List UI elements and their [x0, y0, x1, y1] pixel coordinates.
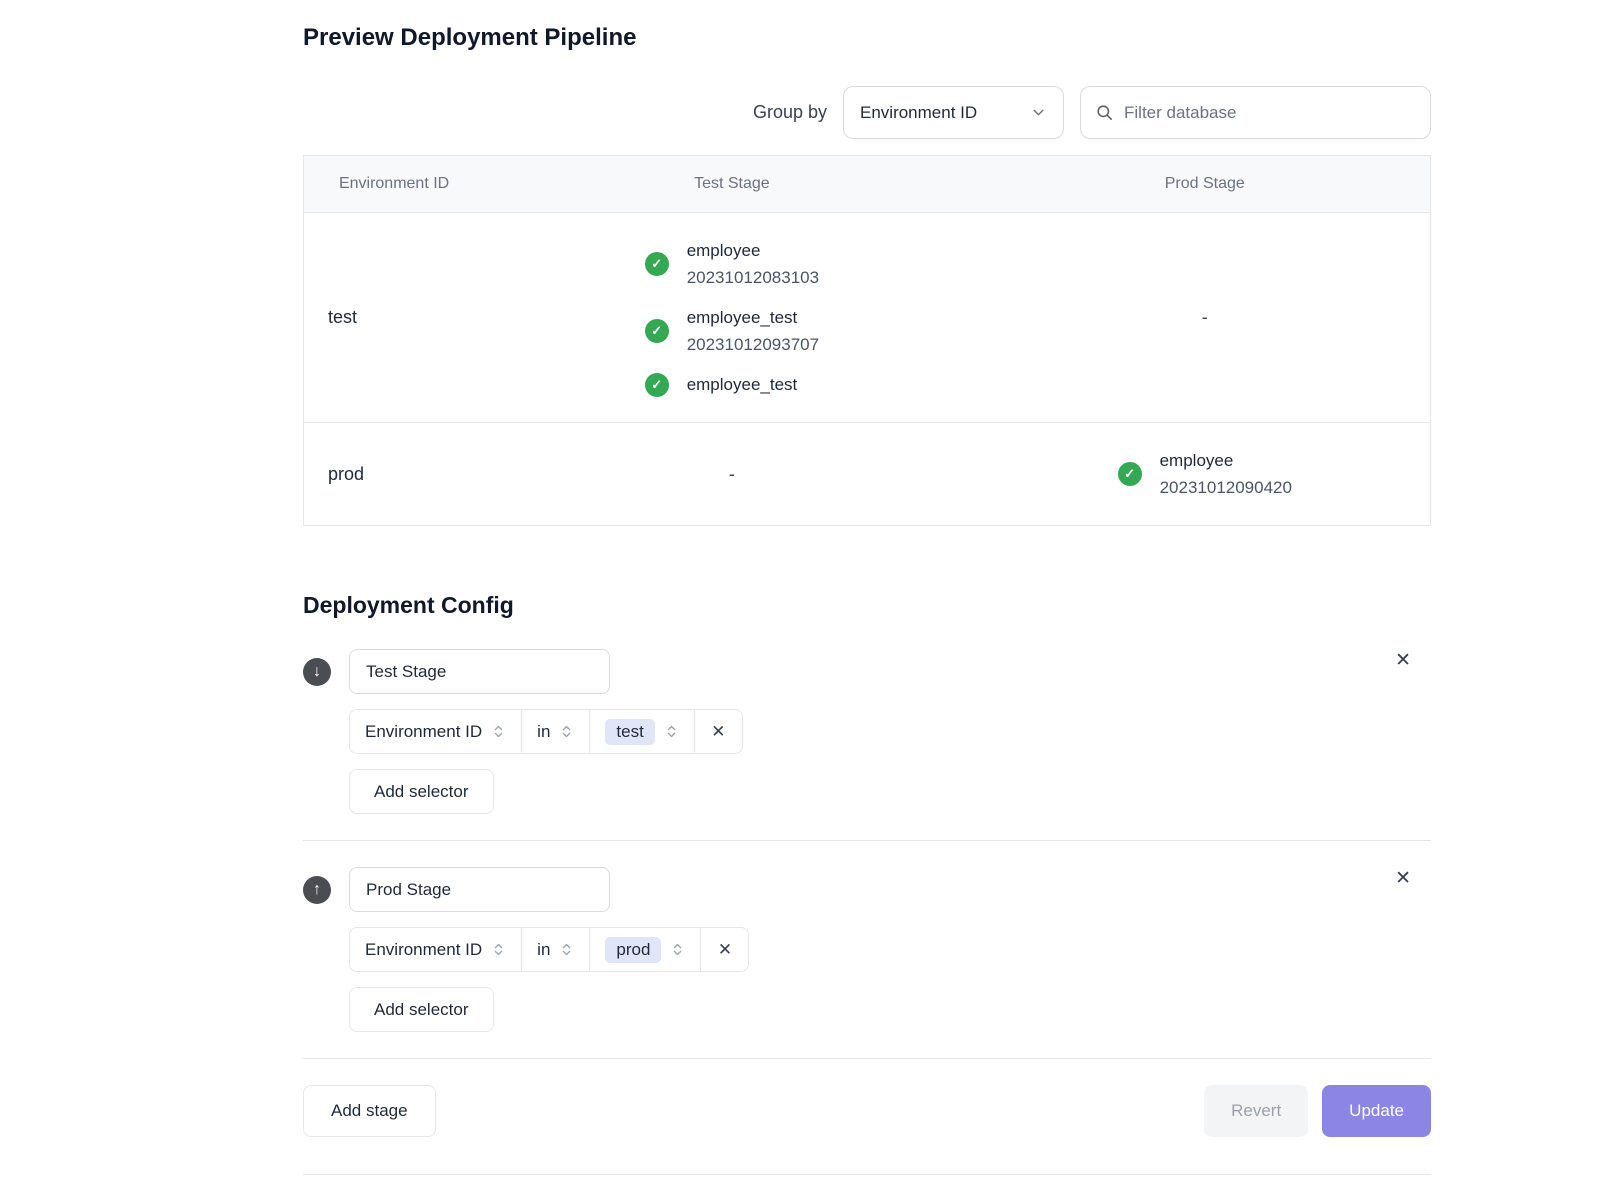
- deployment-entry: ✓ employee 20231012090420: [1118, 447, 1292, 501]
- move-stage-down-button[interactable]: ↓: [303, 658, 331, 686]
- filter-database-box: [1080, 86, 1431, 139]
- database-name: employee_test: [687, 371, 798, 398]
- selector-value-select[interactable]: prod: [589, 927, 701, 972]
- page-title: Preview Deployment Pipeline: [303, 24, 1431, 52]
- stage-block-prod: ↑ ✕ Environment ID in prod: [303, 867, 1431, 1032]
- update-button[interactable]: Update: [1322, 1085, 1431, 1137]
- test-stage-cell: ✓ employee 20231012083103 ✓ employee_tes…: [484, 213, 979, 422]
- chevrons-up-down-icon: [491, 942, 506, 957]
- chevrons-up-down-icon: [670, 942, 685, 957]
- stage-block-test: ↓ ✕ Environment ID in test: [303, 649, 1431, 814]
- page: Preview Deployment Pipeline Group by Env…: [303, 0, 1431, 1175]
- database-name: employee: [687, 237, 819, 264]
- stage-name-input[interactable]: [349, 867, 610, 912]
- arrow-down-icon: ↓: [313, 664, 321, 680]
- close-icon: ✕: [718, 940, 732, 960]
- selector-value-tag: prod: [605, 937, 661, 963]
- close-icon: ✕: [711, 722, 725, 742]
- remove-stage-button[interactable]: ✕: [1395, 869, 1411, 888]
- table-row-test: test ✓ employee 20231012083103 ✓ employ: [304, 213, 1430, 423]
- chevrons-up-down-icon: [664, 724, 679, 739]
- database-name: employee: [1160, 447, 1292, 474]
- group-by-label: Group by: [753, 102, 827, 123]
- group-by-select[interactable]: Environment ID: [843, 86, 1064, 139]
- remove-stage-button[interactable]: ✕: [1395, 651, 1411, 670]
- remove-selector-button[interactable]: ✕: [694, 709, 743, 754]
- add-selector-button[interactable]: Add selector: [349, 769, 494, 814]
- success-check-icon: ✓: [645, 373, 669, 397]
- column-header-prod-stage: Prod Stage: [980, 175, 1430, 193]
- chevrons-up-down-icon: [559, 942, 574, 957]
- schema-version: 20231012083103: [687, 264, 819, 291]
- empty-cell-dash: -: [729, 464, 735, 485]
- selector-operator-select[interactable]: in: [521, 927, 590, 972]
- selector-row: Environment ID in test ✕: [349, 709, 1431, 754]
- table-header-row: Environment ID Test Stage Prod Stage: [304, 156, 1430, 213]
- empty-cell-dash: -: [1202, 307, 1208, 328]
- divider: [303, 1058, 1431, 1059]
- selector-value-select[interactable]: test: [589, 709, 694, 754]
- column-header-environment-id: Environment ID: [304, 175, 484, 193]
- chevrons-up-down-icon: [559, 724, 574, 739]
- environment-id-cell: prod: [304, 423, 484, 525]
- prod-stage-cell: ✓ employee 20231012090420: [980, 423, 1430, 525]
- column-header-test-stage: Test Stage: [484, 175, 979, 193]
- stage-header: ↑: [303, 867, 1431, 912]
- schema-version: 20231012090420: [1160, 474, 1292, 501]
- stage-header: ↓: [303, 649, 1431, 694]
- remove-selector-button[interactable]: ✕: [700, 927, 749, 972]
- selector-row: Environment ID in prod ✕: [349, 927, 1431, 972]
- chevrons-up-down-icon: [491, 724, 506, 739]
- group-by-select-value: Environment ID: [860, 103, 977, 123]
- toolbar: Group by Environment ID: [303, 86, 1431, 139]
- search-icon: [1095, 103, 1114, 122]
- selector-value-tag: test: [605, 719, 654, 745]
- table-row-prod: prod - ✓ employee 20231012090420: [304, 423, 1430, 525]
- stage-name-input[interactable]: [349, 649, 610, 694]
- add-stage-button[interactable]: Add stage: [303, 1085, 436, 1137]
- schema-version: 20231012093707: [687, 331, 819, 358]
- success-check-icon: ✓: [645, 319, 669, 343]
- chevron-down-icon: [1030, 104, 1047, 121]
- filter-database-input[interactable]: [1124, 103, 1416, 123]
- arrow-up-icon: ↑: [313, 882, 321, 898]
- add-selector-button[interactable]: Add selector: [349, 987, 494, 1032]
- selector-operator-select[interactable]: in: [521, 709, 590, 754]
- deployment-entry: ✓ employee_test 20231012093707: [645, 304, 819, 358]
- test-stage-cell: -: [484, 423, 979, 525]
- divider: [303, 1174, 1431, 1175]
- deployment-entry: ✓ employee_test: [645, 371, 819, 398]
- selector-field-select[interactable]: Environment ID: [349, 927, 522, 972]
- prod-stage-cell: -: [980, 213, 1430, 422]
- divider: [303, 840, 1431, 841]
- selector-field-select[interactable]: Environment ID: [349, 709, 522, 754]
- success-check-icon: ✓: [645, 252, 669, 276]
- bottom-actions: Add stage Revert Update: [303, 1085, 1431, 1137]
- move-stage-up-button[interactable]: ↑: [303, 876, 331, 904]
- database-name: employee_test: [687, 304, 819, 331]
- environment-id-cell: test: [304, 213, 484, 422]
- deployment-config-title: Deployment Config: [303, 592, 1431, 619]
- pipeline-table: Environment ID Test Stage Prod Stage tes…: [303, 155, 1431, 526]
- revert-button[interactable]: Revert: [1204, 1085, 1308, 1137]
- success-check-icon: ✓: [1118, 462, 1142, 486]
- deployment-entry: ✓ employee 20231012083103: [645, 237, 819, 291]
